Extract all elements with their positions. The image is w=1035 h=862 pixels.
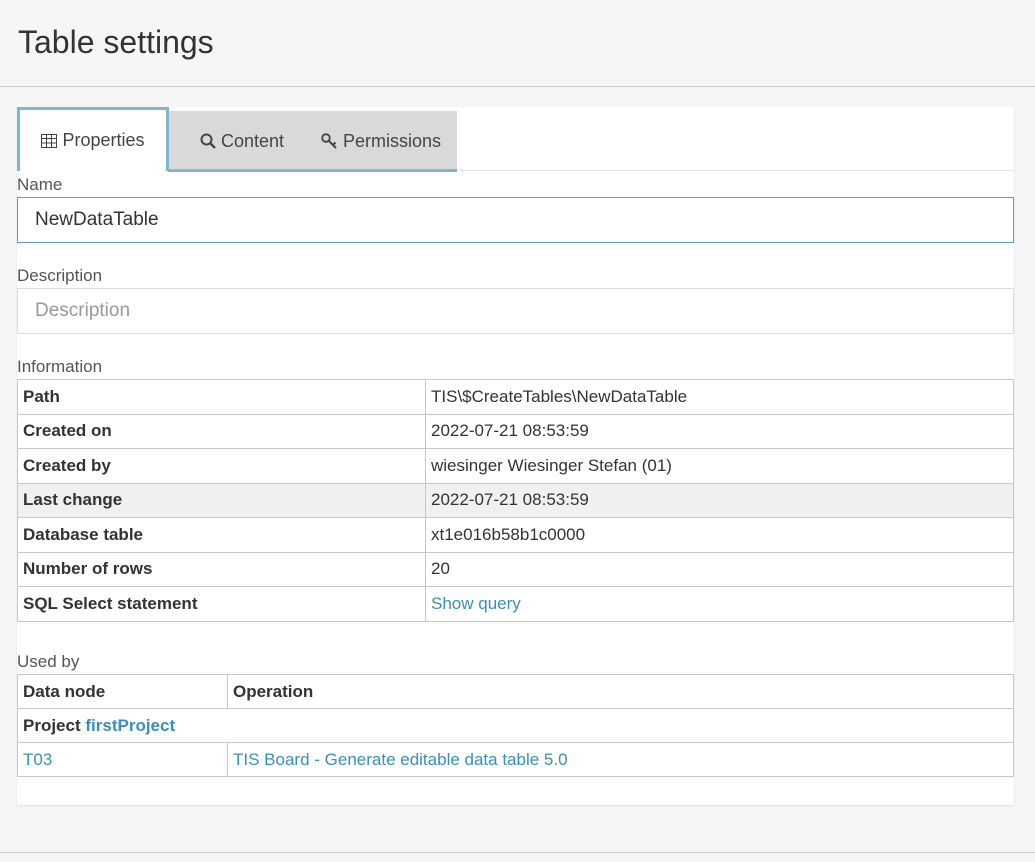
info-value: wiesinger Wiesinger Stefan (01)	[425, 448, 1014, 484]
info-value: 20	[425, 551, 1014, 587]
key-icon	[321, 133, 338, 149]
operation-cell: TIS Board - Generate editable data table…	[227, 742, 1014, 777]
tab-bar: Properties Content Permissions	[17, 107, 1014, 172]
data-node-link[interactable]: T03	[23, 750, 52, 769]
info-key: Number of rows	[17, 551, 426, 587]
page-title: Table settings	[18, 24, 214, 60]
show-query-link[interactable]: Show query	[431, 594, 521, 613]
name-input-value: NewDataTable	[35, 209, 159, 230]
information-table: Path TIS\$CreateTables\NewDataTable Crea…	[17, 379, 1014, 622]
info-value: Show query	[425, 586, 1014, 622]
table-row: T03 TIS Board - Generate editable data t…	[17, 742, 1014, 777]
tab-content-label: Content	[220, 130, 285, 151]
info-key: Created by	[17, 448, 426, 484]
table-header-row: Data node Operation	[17, 674, 1014, 709]
info-key: Path	[17, 379, 426, 415]
operation-link[interactable]: TIS Board - Generate editable data table…	[233, 750, 568, 769]
info-key: Last change	[17, 482, 426, 518]
name-input[interactable]: NewDataTable	[17, 197, 1014, 243]
search-icon	[200, 133, 216, 149]
info-value: xt1e016b58b1c0000	[425, 517, 1014, 553]
column-header-data-node: Data node	[17, 674, 228, 709]
info-value: TIS\$CreateTables\NewDataTable	[425, 379, 1014, 415]
page-header: Table settings	[0, 0, 1035, 87]
bottom-divider	[0, 852, 1035, 853]
table-row: Path TIS\$CreateTables\NewDataTable	[17, 379, 1014, 415]
data-node-cell: T03	[17, 742, 228, 777]
info-key: SQL Select statement	[17, 586, 426, 622]
information-label: Information	[17, 357, 103, 376]
tab-permissions[interactable]: Permissions	[306, 111, 456, 171]
description-input[interactable]: Description	[17, 288, 1014, 334]
name-label: Name	[17, 175, 63, 194]
project-link[interactable]: firstProject	[85, 716, 175, 735]
table-row: SQL Select statement Show query	[17, 586, 1014, 622]
table-row: Number of rows 20	[17, 551, 1014, 587]
project-cell: Project firstProject	[17, 708, 1014, 743]
tab-content[interactable]: Content	[182, 111, 302, 171]
info-value: 2022-07-21 08:53:59	[425, 482, 1014, 518]
project-row: Project firstProject	[17, 708, 1014, 743]
tab-permissions-label: Permissions	[342, 130, 442, 151]
info-key: Created on	[17, 413, 426, 449]
table-row: Created on 2022-07-21 08:53:59	[17, 413, 1014, 449]
used-by-table: Data node Operation Project firstProject…	[17, 674, 1014, 777]
settings-panel: Properties Content Permissions Name NewD…	[17, 107, 1014, 805]
used-by-label: Used by	[17, 652, 80, 671]
info-value: 2022-07-21 08:53:59	[425, 413, 1014, 449]
description-placeholder: Description	[35, 300, 131, 321]
tab-properties-label: Properties	[62, 130, 145, 150]
project-prefix: Project	[23, 715, 81, 735]
table-row: Last change 2022-07-21 08:53:59	[17, 482, 1014, 518]
table-row: Created by wiesinger Wiesinger Stefan (0…	[17, 448, 1014, 484]
info-key: Database table	[17, 517, 426, 553]
tab-properties[interactable]: Properties	[17, 107, 169, 171]
table-icon	[41, 133, 58, 148]
table-row: Database table xt1e016b58b1c0000	[17, 517, 1014, 553]
description-label: Description	[17, 266, 103, 285]
column-header-operation: Operation	[227, 674, 1014, 709]
